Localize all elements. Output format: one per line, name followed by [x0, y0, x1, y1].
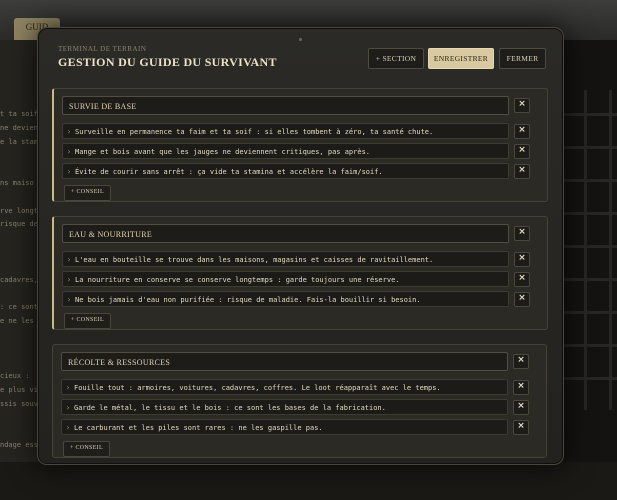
background-text-line: ns maiso	[0, 179, 34, 187]
add-section-button[interactable]: + SECTION	[368, 48, 424, 69]
tip-text: La nourriture en conserve se conserve lo…	[75, 276, 400, 284]
tip-row[interactable]: › Surveille en permanence ta faim et ta s…	[62, 123, 509, 139]
tip-row[interactable]: › La nourriture en conserve se conserve l…	[62, 271, 509, 287]
remove-tip-button[interactable]: ×	[514, 292, 530, 307]
background-text-line: cadavres,	[0, 275, 38, 284]
background-text-line: ssis souvr	[0, 399, 43, 408]
tip-text: Le carburant et les piles sont rares : n…	[74, 424, 323, 432]
section-title-input[interactable]: EAU & NOURRITURE	[62, 224, 509, 243]
tip-row[interactable]: › Fouille tout : armoires, voitures, cada…	[61, 379, 508, 395]
chevron-right-icon: ›	[67, 275, 71, 284]
remove-tip-button[interactable]: ×	[514, 164, 530, 179]
remove-section-button[interactable]: ×	[514, 226, 530, 241]
guide-section: SURVIE DE BASE × › Surveille en permanence …	[52, 88, 548, 202]
chevron-right-icon: ›	[67, 295, 71, 304]
close-icon: ×	[518, 125, 526, 135]
tip-text: Ne bois jamais d'eau non purifiée : risq…	[75, 296, 421, 304]
background-text-line: e ne les	[0, 317, 34, 325]
remove-tip-button[interactable]: ×	[514, 124, 530, 139]
remove-section-button[interactable]: ×	[513, 354, 529, 369]
close-icon: ×	[518, 293, 526, 303]
tip-row[interactable]: › Mange et bois avant que les jauges ne d…	[62, 143, 509, 159]
save-button[interactable]: ENREGISTRER	[428, 48, 494, 69]
remove-tip-button[interactable]: ×	[514, 252, 530, 267]
add-tip-button[interactable]: + CONSEIL	[64, 313, 111, 329]
close-button[interactable]: FERMER	[499, 48, 546, 69]
remove-tip-button[interactable]: ×	[513, 420, 529, 435]
remove-tip-button[interactable]: ×	[513, 380, 529, 395]
guide-section: EAU & NOURRITURE × › L'eau en bouteille se …	[52, 216, 548, 330]
remove-tip-button[interactable]: ×	[514, 144, 530, 159]
chevron-right-icon: ›	[66, 383, 70, 392]
tip-text: Évite de courir sans arrêt : ça vide ta …	[75, 168, 383, 176]
chevron-right-icon: ›	[67, 167, 71, 176]
guide-editor-modal: TERMINAL DE TERRAIN GESTION DU GUIDE DU …	[37, 27, 564, 465]
remove-tip-button[interactable]: ×	[513, 400, 529, 415]
tip-text: L'eau en bouteille se trouve dans les ma…	[75, 256, 434, 264]
close-icon: ×	[518, 165, 526, 175]
tip-row[interactable]: › Garde le métal, le tissu et le bois : c…	[61, 399, 508, 415]
tip-text: Surveille en permanence ta faim et ta so…	[75, 128, 434, 136]
tip-row[interactable]: › Le carburant et les piles sont rares : …	[61, 419, 508, 435]
tip-text: Fouille tout : armoires, voitures, cadav…	[74, 384, 441, 392]
tip-row[interactable]: › Évite de courir sans arrêt : ça vide ta…	[62, 163, 509, 179]
modal-header: TERMINAL DE TERRAIN GESTION DU GUIDE DU …	[58, 45, 547, 75]
sections-list[interactable]: SURVIE DE BASE × › Surveille en permanence …	[52, 88, 549, 464]
close-icon: ×	[518, 145, 526, 155]
chevron-right-icon: ›	[66, 403, 70, 412]
add-tip-button[interactable]: + CONSEIL	[64, 185, 111, 201]
remove-section-button[interactable]: ×	[514, 98, 530, 113]
modal-drag-dot	[299, 38, 302, 41]
tip-row[interactable]: › Ne bois jamais d'eau non purifiée : ris…	[62, 291, 509, 307]
tip-text: Garde le métal, le tissu et le bois : ce…	[74, 404, 386, 412]
background-bottom	[0, 462, 617, 500]
background-text-line: risque de	[0, 220, 38, 229]
tip-text: Mange et bois avant que les jauges ne de…	[75, 148, 371, 156]
close-icon: ×	[517, 355, 525, 365]
close-icon: ×	[517, 401, 525, 411]
remove-tip-button[interactable]: ×	[514, 272, 530, 287]
close-icon: ×	[518, 273, 526, 283]
tip-row[interactable]: › L'eau en bouteille se trouve dans les m…	[62, 251, 509, 267]
background-text-line: ndage ess	[0, 441, 38, 450]
add-tip-button[interactable]: + CONSEIL	[63, 441, 110, 457]
section-title-input[interactable]: RÉCOLTE & RESSOURCES	[61, 352, 508, 371]
background-text-line: ne devien	[0, 123, 38, 132]
close-icon: ×	[518, 253, 526, 263]
close-icon: ×	[517, 381, 525, 391]
background-inventory-grid	[562, 90, 617, 410]
chevron-right-icon: ›	[66, 423, 70, 432]
background-text-line: cieux :	[0, 372, 30, 381]
guide-section: RÉCOLTE & RESSOURCES × › Fouille tout : arm…	[52, 344, 547, 458]
chevron-right-icon: ›	[67, 147, 71, 156]
modal-title: GESTION DU GUIDE DU SURVIVANT	[58, 55, 277, 69]
modal-kicker: TERMINAL DE TERRAIN	[58, 45, 147, 53]
section-title-input[interactable]: SURVIE DE BASE	[62, 96, 509, 115]
close-icon: ×	[517, 421, 525, 431]
chevron-right-icon: ›	[67, 127, 71, 136]
background-text-line: e la stam	[0, 137, 38, 146]
background-text-line: rve longt	[0, 206, 38, 215]
close-icon: ×	[518, 227, 526, 237]
chevron-right-icon: ›	[67, 255, 71, 264]
close-icon: ×	[518, 99, 526, 109]
